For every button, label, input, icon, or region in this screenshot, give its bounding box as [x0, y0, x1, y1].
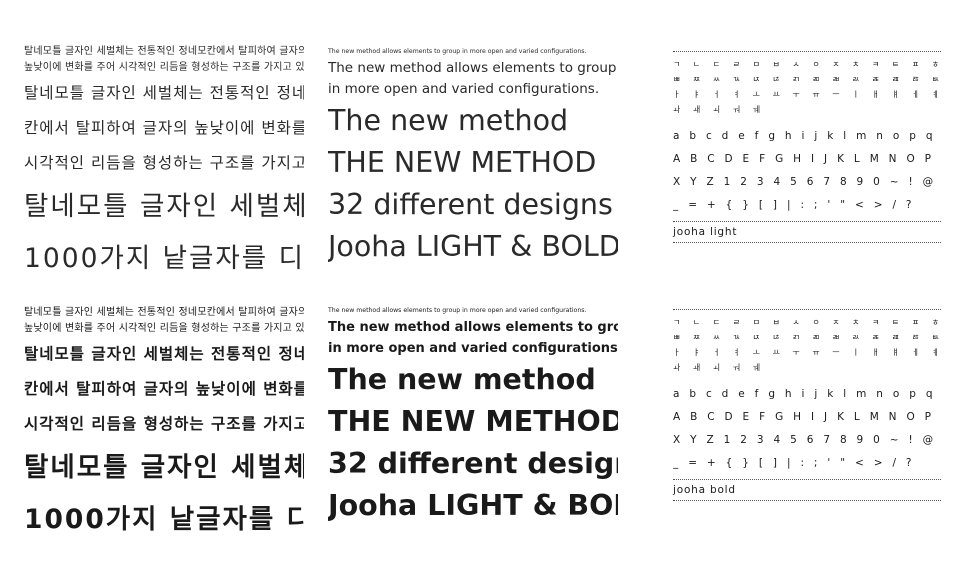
- korean-small-line: 높낮이에 변화를 주어 시각적인 리듬을 형성하는 구조를 가지고 있다.: [24, 62, 304, 73]
- korean-medium-line: 탈네모틀 글자인 세벌체는 전통적인 정네모: [24, 84, 304, 102]
- glyph-chart: ㄱ ㄴ ㄷ ㄹ ㅁ ㅂ ㅅ ㅇ ㅈ ㅊ ㅋ ㅌ ㅍ ㅎ ㄲ ㄸ ㅃ ㅉ ㅆ ㄳ …: [673, 51, 941, 243]
- korean-medium-line: 칸에서 탈피하여 글자의 높낮이에 변화를 주어: [24, 119, 304, 137]
- korean-small-line: 높낮이에 변화를 주어 시각적인 리듬을 형성하는 구조를 가지고 있다.: [24, 323, 304, 334]
- glyph-row-symbols: _ = + { } [ ] | : ; ' " < > / ?: [673, 199, 915, 211]
- korean-sample: 탈네모틀 글자인 세벌체는 전통적인 정네모칸에서 탈피하여 글자의 높낮이에 …: [24, 44, 304, 285]
- korean-large-line: 탈네모틀 글자인 세벌체: [24, 191, 304, 222]
- english-small-line: The new method allows elements to group: [328, 320, 618, 335]
- glyph-row-double: ㅃ ㅉ ㅆ ㄳ ㄵ ㄶ ㄺ ㄻ ㄼ ㄽ ㄾ ㄿ ㅀ ㅄ: [673, 333, 941, 342]
- glyph-row-vowels: ㅏ ㅑ ㅓ ㅕ ㅗ ㅛ ㅜ ㅠ ㅡ ㅣ ㅐ ㅒ ㅔ ㅖ: [673, 90, 941, 99]
- glyph-row-symbols: _ = + { } [ ] | : ; ' " < > / ?: [673, 457, 915, 469]
- korean-medium-line: 시각적인 리듬을 형성하는 구조를 가지고 있다.: [24, 154, 304, 172]
- glyph-row-compound: ㅘ ㅙ ㅚ ㅝ ㅞ: [673, 105, 765, 114]
- korean-medium-line: 탈네모틀 글자인 세벌체는 전통적인 정네모: [24, 345, 304, 363]
- glyph-row-mixed: X Y Z 1 2 3 4 5 6 7 8 9 0 ~ ! @ # $ % ^ …: [673, 176, 941, 188]
- glyph-row-lowercase: a b c d e f g h i j k l m n o p q r s t …: [673, 388, 941, 400]
- glyph-row-vowels: ㅏ ㅑ ㅓ ㅕ ㅗ ㅛ ㅜ ㅠ ㅡ ㅣ ㅐ ㅒ ㅔ ㅖ: [673, 348, 941, 357]
- korean-large-line: 탈네모틀 글자인 세벌체: [24, 452, 304, 483]
- glyph-row-lowercase: a b c d e f g h i j k l m n o p q r s t …: [673, 130, 941, 142]
- english-large-line: THE NEW METHOD: [328, 405, 618, 438]
- korean-large-line: 1000가지 낱글자를 디자인: [24, 504, 304, 535]
- glyph-row-double: ㅃ ㅉ ㅆ ㄳ ㄵ ㄶ ㄺ ㄻ ㄼ ㄽ ㄾ ㄿ ㅀ ㅄ: [673, 75, 941, 84]
- english-large-line: Jooha LIGHT & BOLD: [328, 489, 618, 522]
- korean-small-line: 탈네모틀 글자인 세벌체는 전통적인 정네모칸에서 탈피하여 글자의: [24, 46, 304, 57]
- english-large-line: The new method: [328, 363, 596, 396]
- english-sample: The new method allows elements to group …: [328, 46, 618, 268]
- font-name-label: jooha light: [673, 226, 738, 238]
- english-small-line: in more open and varied configurations.: [328, 341, 618, 356]
- glyph-chart: ㄱ ㄴ ㄷ ㄹ ㅁ ㅂ ㅅ ㅇ ㅈ ㅊ ㅋ ㅌ ㅍ ㅎ ㄲ ㄸ ㅃ ㅉ ㅆ ㄳ …: [673, 309, 941, 501]
- korean-small-line: 탈네모틀 글자인 세벌체는 전통적인 정네모칸에서 탈피하여 글자의: [24, 307, 304, 318]
- glyph-row-consonants: ㄱ ㄴ ㄷ ㄹ ㅁ ㅂ ㅅ ㅇ ㅈ ㅊ ㅋ ㅌ ㅍ ㅎ ㄲ ㄸ: [673, 60, 941, 69]
- glyph-row-consonants: ㄱ ㄴ ㄷ ㄹ ㅁ ㅂ ㅅ ㅇ ㅈ ㅊ ㅋ ㅌ ㅍ ㅎ ㄲ ㄸ: [673, 318, 941, 327]
- specimen-bold: 탈네모틀 글자인 세벌체는 전통적인 정네모칸에서 탈피하여 글자의 높낮이에 …: [0, 285, 970, 570]
- glyph-row-uppercase: A B C D E F G H I J K L M N O P Q R S T …: [673, 153, 941, 165]
- dotted-divider: [673, 500, 941, 501]
- english-small-line: in more open and varied configurations.: [328, 81, 600, 97]
- font-name-label: jooha bold: [673, 484, 736, 496]
- korean-sample: 탈네모틀 글자인 세벌체는 전통적인 정네모칸에서 탈피하여 글자의 높낮이에 …: [24, 305, 304, 546]
- english-large-line: Jooha LIGHT & BOLD: [328, 230, 618, 263]
- english-tiny-line: The new method allows elements to group …: [328, 48, 587, 55]
- english-tiny-line: The new method allows elements to group …: [328, 307, 587, 314]
- english-large-line: THE NEW METHOD: [328, 146, 597, 179]
- english-sample: The new method allows elements to group …: [328, 305, 618, 527]
- korean-large-line: 1000가지 낱글자를 디자인: [24, 243, 304, 274]
- glyph-row-compound: ㅘ ㅙ ㅚ ㅝ ㅞ: [673, 363, 765, 372]
- english-small-line: The new method allows elements to group: [328, 60, 617, 76]
- glyph-row-uppercase: A B C D E F G H I J K L M N O P Q R S T …: [673, 411, 941, 423]
- korean-medium-line: 시각적인 리듬을 형성하는 구조를 가지고 있다.: [24, 415, 304, 433]
- korean-medium-line: 칸에서 탈피하여 글자의 높낮이에 변화를 주어: [24, 380, 304, 398]
- english-large-line: 32 different designs: [328, 188, 613, 221]
- english-large-line: The new method: [328, 104, 569, 137]
- english-large-line: 32 different designs: [328, 447, 618, 480]
- dotted-divider: [673, 242, 941, 243]
- glyph-row-mixed: X Y Z 1 2 3 4 5 6 7 8 9 0 ~ ! @ # $ % ^ …: [673, 434, 941, 446]
- specimen-light: 탈네모틀 글자인 세벌체는 전통적인 정네모칸에서 탈피하여 글자의 높낮이에 …: [0, 0, 970, 285]
